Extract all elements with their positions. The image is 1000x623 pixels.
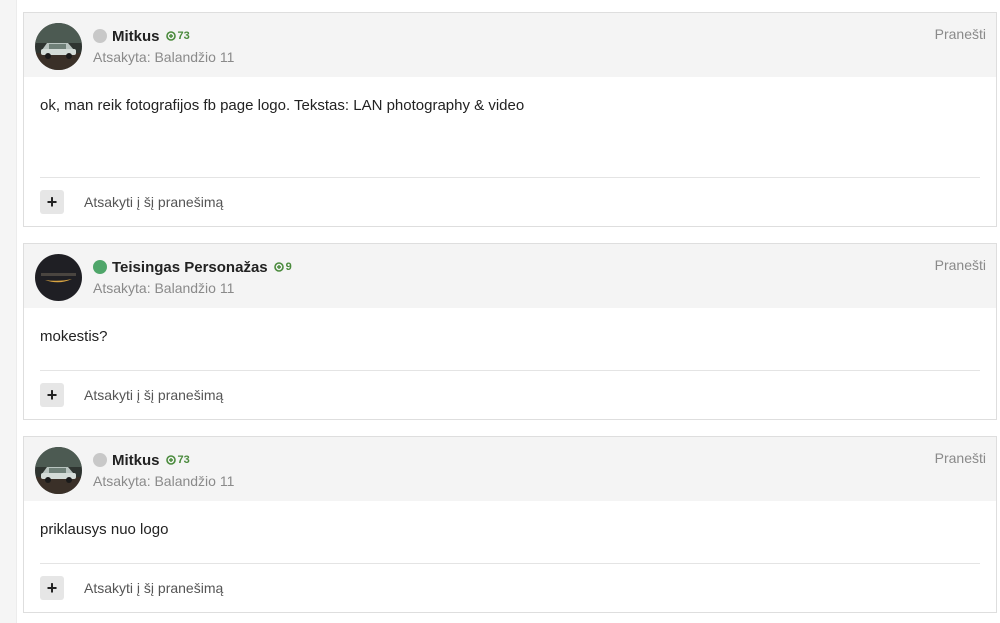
author-line: Mitkus 73 — [93, 27, 190, 45]
report-link[interactable]: Pranešti — [935, 26, 986, 42]
report-link[interactable]: Pranešti — [935, 257, 986, 273]
reply-to-post-link[interactable]: Atsakyti į šį pranešimą — [84, 580, 223, 596]
car-photo-icon — [35, 447, 82, 494]
reputation-badge: 9 — [273, 261, 292, 273]
post-content: priklausys nuo logo — [40, 521, 169, 538]
post-date[interactable]: Atsakyta: Balandžio 11 — [93, 473, 234, 489]
reputation-count: 73 — [177, 30, 190, 42]
brand-logo-icon — [35, 254, 82, 301]
multiquote-add-button[interactable]: + — [40, 576, 64, 600]
reputation-count: 73 — [177, 454, 190, 466]
author-name[interactable]: Teisingas Personažas — [112, 259, 268, 276]
online-status-icon — [93, 260, 107, 274]
post-footer: + Atsakyti į šį pranešimą — [40, 177, 980, 226]
post-header: Mitkus 73 Atsakyta: Balandžio 11 Pranešt… — [24, 13, 996, 77]
avatar[interactable] — [35, 447, 82, 494]
avatar[interactable] — [35, 254, 82, 301]
plus-circle-icon — [273, 262, 284, 272]
author-name[interactable]: Mitkus — [112, 28, 160, 45]
reputation-badge: 73 — [165, 454, 190, 466]
multiquote-add-button[interactable]: + — [40, 383, 64, 407]
plus-icon: + — [46, 384, 58, 405]
author-line: Mitkus 73 — [93, 451, 190, 469]
post-date[interactable]: Atsakyta: Balandžio 11 — [93, 49, 234, 65]
reputation-badge: 73 — [165, 30, 190, 42]
post-content: ok, man reik fotografijos fb page logo. … — [40, 97, 525, 114]
plus-icon: + — [46, 577, 58, 598]
post-footer: + Atsakyti į šį pranešimą — [40, 370, 980, 419]
post-header: Teisingas Personažas 9 Atsakyta: Balandž… — [24, 244, 996, 308]
plus-circle-icon — [165, 455, 176, 465]
offline-status-icon — [93, 453, 107, 467]
avatar[interactable] — [35, 23, 82, 70]
forum-post: Mitkus 73 Atsakyta: Balandžio 11 Pranešt… — [23, 12, 997, 227]
post-footer: + Atsakyti į šį pranešimą — [40, 563, 980, 612]
multiquote-add-button[interactable]: + — [40, 190, 64, 214]
forum-post: Teisingas Personažas 9 Atsakyta: Balandž… — [23, 243, 997, 420]
reply-to-post-link[interactable]: Atsakyti į šį pranešimą — [84, 194, 223, 210]
forum-post: Mitkus 73 Atsakyta: Balandžio 11 Pranešt… — [23, 436, 997, 613]
car-photo-icon — [35, 23, 82, 70]
author-name[interactable]: Mitkus — [112, 452, 160, 469]
post-content: mokestis? — [40, 328, 108, 345]
left-gutter — [0, 0, 17, 623]
reputation-count: 9 — [285, 261, 292, 273]
post-header: Mitkus 73 Atsakyta: Balandžio 11 Pranešt… — [24, 437, 996, 501]
plus-circle-icon — [165, 31, 176, 41]
reply-to-post-link[interactable]: Atsakyti į šį pranešimą — [84, 387, 223, 403]
plus-icon: + — [46, 191, 58, 212]
report-link[interactable]: Pranešti — [935, 450, 986, 466]
author-line: Teisingas Personažas 9 — [93, 258, 292, 276]
offline-status-icon — [93, 29, 107, 43]
post-date[interactable]: Atsakyta: Balandžio 11 — [93, 280, 234, 296]
